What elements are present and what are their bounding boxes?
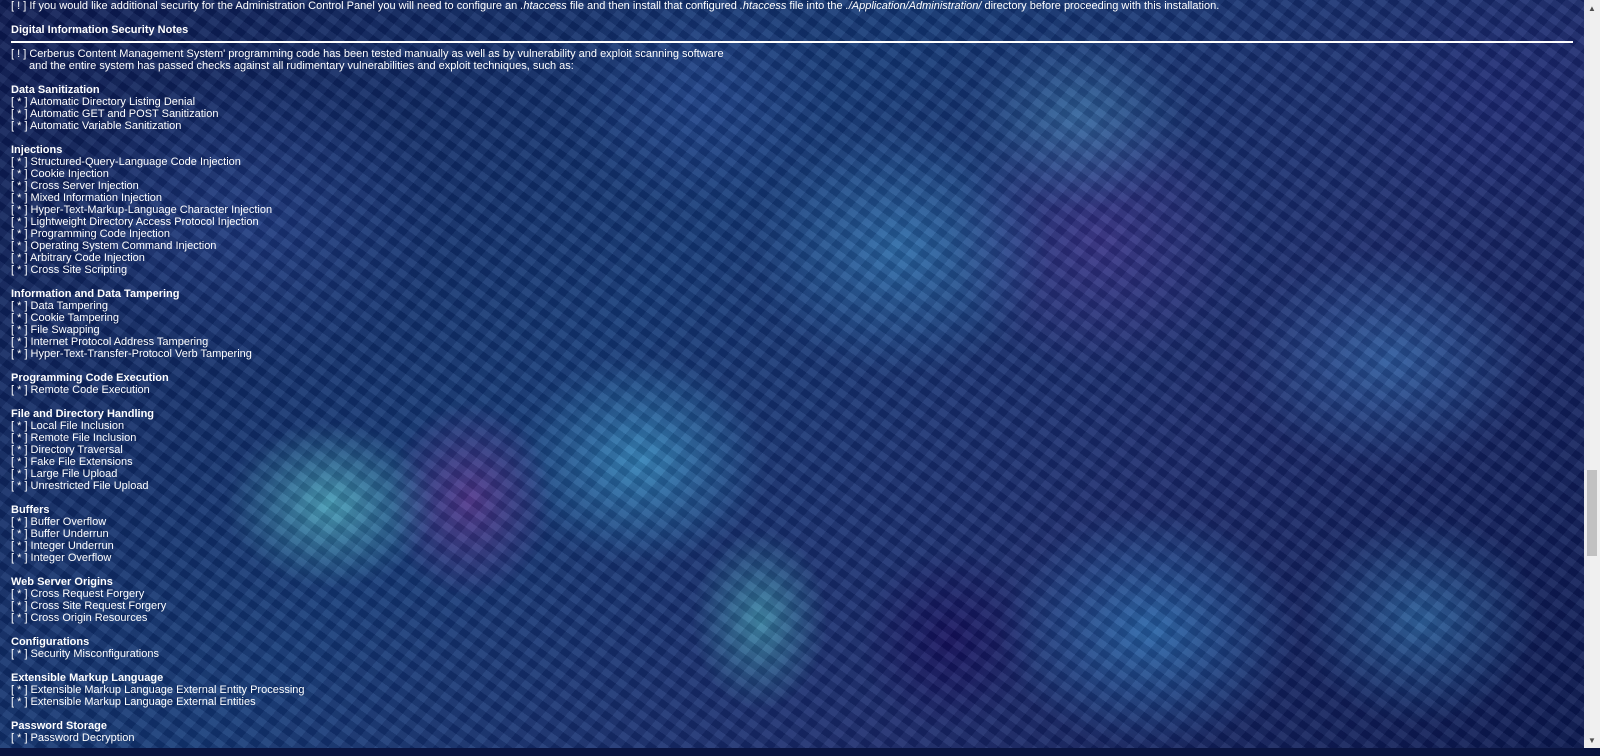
checklist-item: [ * ] Buffer Underrun	[11, 528, 109, 540]
checklist-item: [ * ] Remote File Inclusion	[11, 432, 137, 444]
checklist-section: Extensible Markup Language[ * ] Extensib…	[11, 672, 305, 708]
checklist-item: [ * ] Local File Inclusion	[11, 420, 125, 432]
checklist-item: [ * ] Integer Overflow	[11, 552, 112, 564]
checklist-section: Buffers[ * ] Buffer Overflow[ * ] Buffer…	[11, 504, 305, 564]
scroll-down-arrow-icon[interactable]: ▼	[1584, 732, 1600, 748]
checklist-item: [ * ] Arbitrary Code Injection	[11, 252, 145, 264]
htaccess-note: [ ! ] If you would like additional secur…	[11, 0, 1219, 12]
intro-line-2: and the entire system has passed checks …	[29, 60, 574, 72]
section-title: Information and Data Tampering	[11, 288, 180, 300]
scroll-up-arrow-icon[interactable]: ▲	[1584, 0, 1600, 16]
section-title: Injections	[11, 144, 63, 156]
security-notes-title: Digital Information Security Notes	[11, 24, 189, 36]
scrollbar-thumb[interactable]	[1587, 470, 1597, 556]
checklist-item: [ * ] Buffer Overflow	[11, 516, 107, 528]
checklist-item: [ * ] Programming Code Injection	[11, 228, 170, 240]
checklist-item: [ * ] Hyper-Text-Markup-Language Charact…	[11, 204, 273, 216]
section-divider	[11, 41, 1573, 43]
section-title: Buffers	[11, 504, 50, 516]
checklist-section: Programming Code Execution[ * ] Remote C…	[11, 372, 305, 396]
intro-line-1: [ ! ] Cerberus Content Management System…	[11, 48, 724, 60]
checklist-item: [ * ] Mixed Information Injection	[11, 192, 163, 204]
administration-path: ./Application/Administration/	[845, 0, 982, 12]
section-title: Configurations	[11, 636, 90, 648]
checklist-item: [ * ] Hyper-Text-Transfer-Protocol Verb …	[11, 348, 252, 360]
checklist-item: [ * ] Password Decryption	[11, 732, 135, 744]
checklist-item: [ * ] Cross Site Scripting	[11, 264, 128, 276]
checklist-item: [ * ] Data Tampering	[11, 300, 109, 312]
section-title: File and Directory Handling	[11, 408, 155, 420]
checklist-section: Injections[ * ] Structured-Query-Languag…	[11, 144, 305, 276]
checklist-item: [ * ] Cookie Injection	[11, 168, 109, 180]
checklist-section: Password Storage[ * ] Password Decryptio…	[11, 720, 305, 744]
checklist-item: [ * ] Cookie Tampering	[11, 312, 120, 324]
htaccess-note-mid: file and then install that configured	[566, 0, 740, 12]
checklist-item: [ * ] Cross Server Injection	[11, 180, 139, 192]
checklist-item: [ * ] Directory Traversal	[11, 444, 123, 456]
checklist-item: [ * ] Cross Request Forgery	[11, 588, 145, 600]
section-title: Password Storage	[11, 720, 107, 732]
section-title: Programming Code Execution	[11, 372, 169, 384]
security-checklist: Data Sanitization[ * ] Automatic Directo…	[11, 84, 305, 756]
checklist-section: Information and Data Tampering[ * ] Data…	[11, 288, 305, 360]
htaccess-file-name: .htaccess	[520, 0, 567, 12]
checklist-item: [ * ] Automatic GET and POST Sanitizatio…	[11, 108, 219, 120]
checklist-item: [ * ] Remote Code Execution	[11, 384, 150, 396]
checklist-item: [ * ] Unrestricted File Upload	[11, 480, 149, 492]
checklist-item: [ * ] File Swapping	[11, 324, 100, 336]
security-notes-intro: [ ! ] Cerberus Content Management System…	[11, 48, 724, 72]
section-title: Data Sanitization	[11, 84, 100, 96]
checklist-item: [ * ] Integer Underrun	[11, 540, 114, 552]
htaccess-note-suffix: directory before proceeding with this in…	[981, 0, 1220, 12]
checklist-item: [ * ] Automatic Directory Listing Denial	[11, 96, 196, 108]
checklist-section: Web Server Origins[ * ] Cross Request Fo…	[11, 576, 305, 624]
checklist-item: [ * ] Security Misconfigurations	[11, 648, 159, 660]
scrollbar-track[interactable]	[1584, 16, 1600, 732]
checklist-section: Configurations[ * ] Security Misconfigur…	[11, 636, 305, 660]
checklist-item: [ * ] Cross Origin Resources	[11, 612, 148, 624]
htaccess-file-name-2: .htaccess	[739, 0, 787, 12]
checklist-section: File and Directory Handling[ * ] Local F…	[11, 408, 305, 492]
section-title: Extensible Markup Language	[11, 672, 164, 684]
checklist-item: [ * ] Extensible Markup Language Externa…	[11, 684, 305, 696]
checklist-item: [ * ] Extensible Markup Language Externa…	[11, 696, 256, 708]
checklist-item: [ * ] Operating System Command Injection	[11, 240, 217, 252]
section-title: Web Server Origins	[11, 576, 113, 588]
checklist-item: [ * ] Cross Site Request Forgery	[11, 600, 167, 612]
checklist-item: [ * ] Fake File Extensions	[11, 456, 133, 468]
htaccess-note-prefix: [ ! ] If you would like additional secur…	[11, 0, 521, 12]
vertical-scrollbar[interactable]: ▲ ▼	[1584, 0, 1600, 748]
checklist-item: [ * ] Internet Protocol Address Tamperin…	[11, 336, 209, 348]
htaccess-note-mid-2: file into the	[786, 0, 846, 12]
checklist-section: Data Sanitization[ * ] Automatic Directo…	[11, 84, 305, 132]
checklist-item: [ * ] Large File Upload	[11, 468, 118, 480]
checklist-item: [ * ] Automatic Variable Sanitization	[11, 120, 182, 132]
checklist-item: [ * ] Structured-Query-Language Code Inj…	[11, 156, 241, 168]
checklist-item: [ * ] Lightweight Directory Access Proto…	[11, 216, 259, 228]
